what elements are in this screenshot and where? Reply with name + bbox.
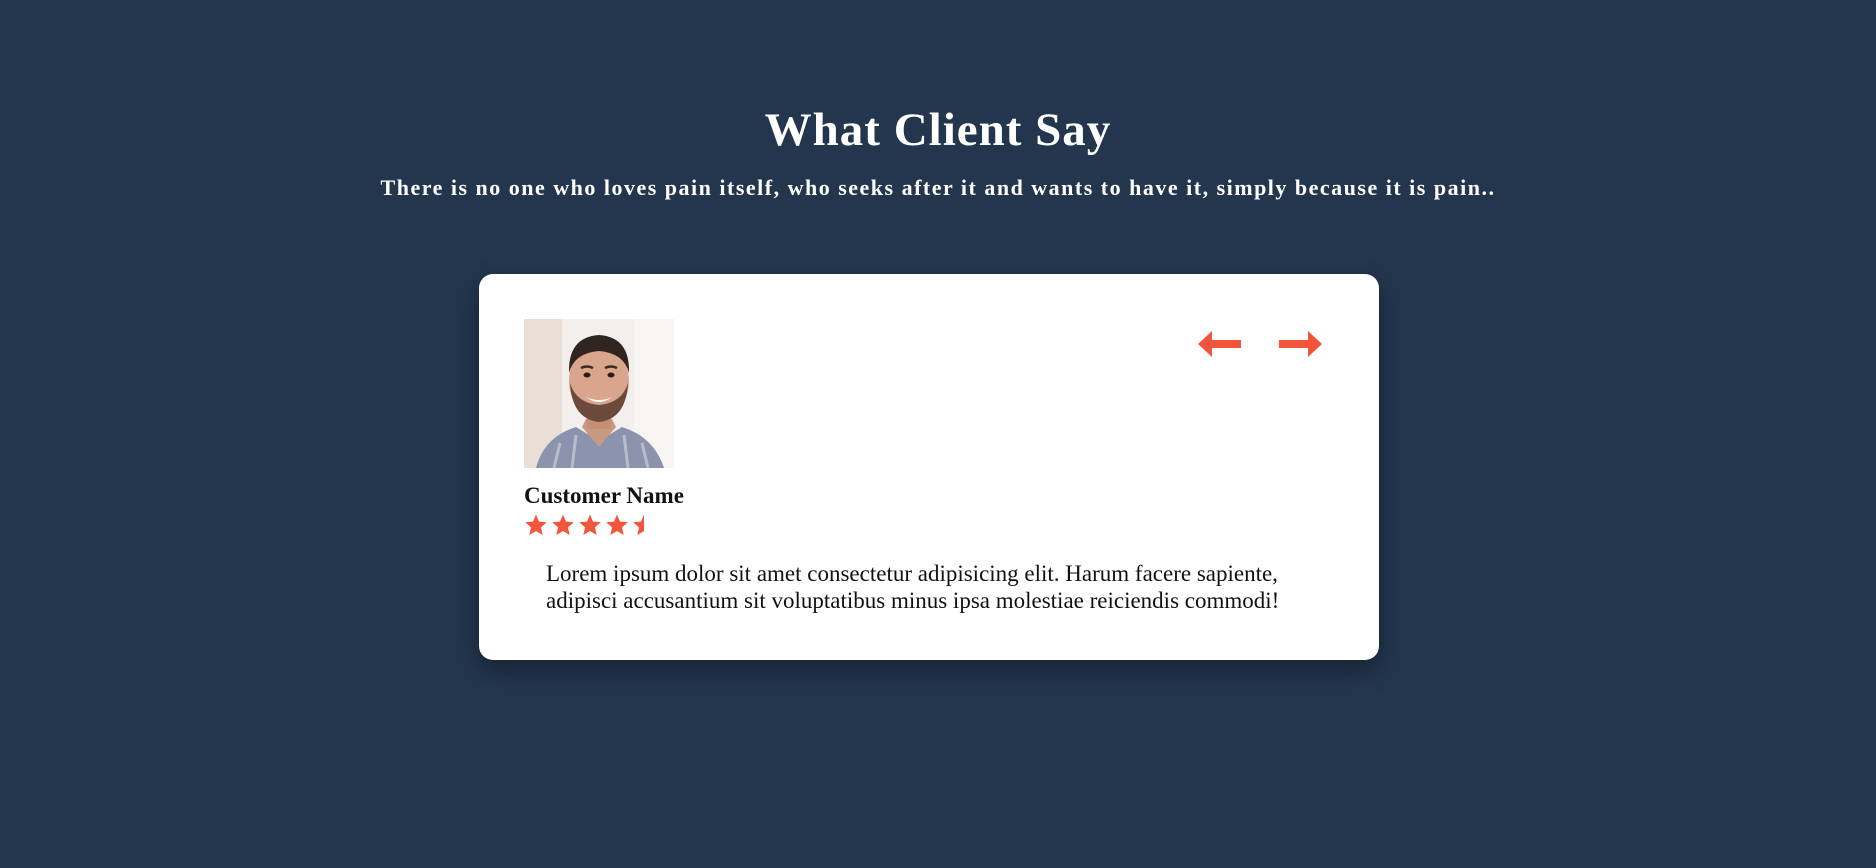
arrow-right-icon	[1279, 331, 1322, 357]
prev-button[interactable]	[1196, 328, 1244, 360]
customer-photo	[524, 319, 674, 468]
section-title: What Client Say	[764, 104, 1112, 156]
section-subtitle: There is no one who loves pain itself, w…	[380, 175, 1496, 200]
review-text: Lorem ipsum dolor sit amet consectetur a…	[546, 561, 1280, 613]
next-button[interactable]	[1276, 328, 1324, 360]
star-rating	[524, 513, 656, 537]
star-full-icon	[606, 514, 628, 535]
star-full-icon	[525, 514, 547, 535]
star-half-icon	[633, 514, 644, 535]
testimonial-card: Customer Name Lorem ipsum dolor sit amet…	[479, 274, 1379, 660]
customer-avatar	[524, 319, 674, 468]
customer-name: Customer Name	[524, 483, 684, 508]
star-full-icon	[552, 514, 574, 535]
arrow-left-icon	[1198, 331, 1241, 357]
star-full-icon	[579, 514, 601, 535]
testimonial-section: What Client Say There is no one who love…	[0, 0, 1876, 868]
